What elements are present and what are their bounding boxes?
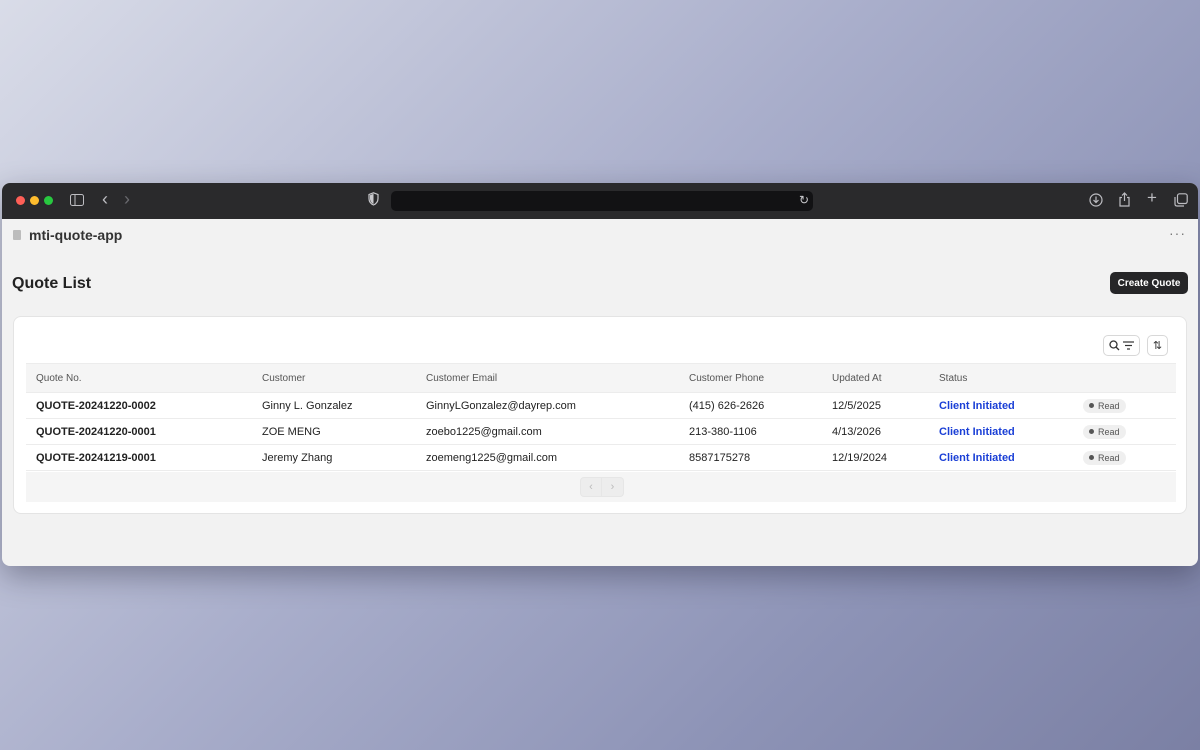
- customer-email: zoebo1225@gmail.com: [416, 418, 679, 445]
- column-header-status[interactable]: Status: [929, 363, 1073, 393]
- zoom-window-button[interactable]: [44, 196, 53, 205]
- table-tools: ⇅: [1103, 335, 1168, 356]
- customer-phone: 213-380-1106: [679, 418, 822, 445]
- page-icon: [13, 230, 21, 240]
- updated-at: 12/5/2025: [822, 392, 929, 419]
- quote-number[interactable]: QUOTE-20241219-0001: [26, 444, 252, 471]
- read-dot-icon: [1089, 429, 1094, 434]
- sidebar-toggle-icon[interactable]: [70, 194, 84, 206]
- table-header-row: Quote No. Customer Customer Email Custom…: [26, 363, 1176, 393]
- filter-icon: [1123, 341, 1134, 350]
- table-row[interactable]: QUOTE-20241220-0001 ZOE MENG zoebo1225@g…: [26, 418, 1176, 445]
- close-window-button[interactable]: [16, 196, 25, 205]
- search-filter-button[interactable]: [1103, 335, 1140, 356]
- customer-name: Ginny L. Gonzalez: [252, 392, 416, 419]
- quote-number[interactable]: QUOTE-20241220-0001: [26, 418, 252, 445]
- minimize-window-button[interactable]: [30, 196, 39, 205]
- read-cell: Read: [1073, 444, 1176, 471]
- pagination: ‹ ›: [580, 477, 624, 497]
- browser-toolbar: ‹ › ↻ +: [2, 183, 1198, 219]
- customer-phone: 8587175278: [679, 444, 822, 471]
- page-header: Quote List Create Quote: [2, 251, 1198, 309]
- customer-name: Jeremy Zhang: [252, 444, 416, 471]
- read-dot-icon: [1089, 403, 1094, 408]
- column-header-quote-no[interactable]: Quote No.: [26, 363, 252, 393]
- forward-icon[interactable]: ›: [124, 190, 130, 208]
- status-text: Client Initiated: [929, 444, 1073, 471]
- column-header-customer[interactable]: Customer: [252, 363, 416, 393]
- column-header-customer-email[interactable]: Customer Email: [416, 363, 679, 393]
- column-header-read: [1073, 363, 1176, 393]
- status-text: Client Initiated: [929, 418, 1073, 445]
- tab-overview-icon[interactable]: [1174, 193, 1188, 207]
- search-icon: [1109, 340, 1120, 351]
- reload-icon[interactable]: ↻: [799, 193, 809, 207]
- quote-table-card: ⇅ Quote No. Customer Customer Email Cust…: [13, 316, 1187, 514]
- page-title: Quote List: [12, 275, 92, 292]
- status-text: Client Initiated: [929, 392, 1073, 419]
- column-header-customer-phone[interactable]: Customer Phone: [679, 363, 822, 393]
- address-bar[interactable]: ↻: [391, 191, 813, 211]
- table-row[interactable]: QUOTE-20241219-0001 Jeremy Zhang zoemeng…: [26, 444, 1176, 471]
- share-icon[interactable]: [1118, 192, 1131, 207]
- read-label: Read: [1098, 452, 1120, 463]
- download-icon[interactable]: [1089, 193, 1103, 207]
- quote-table: Quote No. Customer Customer Email Custom…: [26, 363, 1176, 471]
- customer-email: zoemeng1225@gmail.com: [416, 444, 679, 471]
- column-header-updated-at[interactable]: Updated At: [822, 363, 929, 393]
- quote-number[interactable]: QUOTE-20241220-0002: [26, 392, 252, 419]
- customer-name: ZOE MENG: [252, 418, 416, 445]
- read-badge: Read: [1083, 450, 1126, 465]
- app-header: mti-quote-app ···: [2, 219, 1198, 251]
- updated-at: 12/19/2024: [822, 444, 929, 471]
- sort-button[interactable]: ⇅: [1147, 335, 1168, 356]
- back-icon[interactable]: ‹: [102, 190, 108, 208]
- app-name: mti-quote-app: [29, 227, 123, 243]
- read-cell: Read: [1073, 392, 1176, 419]
- table-row[interactable]: QUOTE-20241220-0002 Ginny L. Gonzalez Gi…: [26, 392, 1176, 419]
- read-badge: Read: [1083, 398, 1126, 413]
- customer-email: GinnyLGonzalez@dayrep.com: [416, 392, 679, 419]
- read-label: Read: [1098, 426, 1120, 437]
- read-dot-icon: [1089, 455, 1094, 460]
- more-icon[interactable]: ···: [1169, 225, 1186, 241]
- read-label: Read: [1098, 400, 1120, 411]
- read-cell: Read: [1073, 418, 1176, 445]
- next-page-button[interactable]: ›: [602, 477, 624, 497]
- browser-window: ‹ › ↻ + mti-quote-app ··· Quote List Cre…: [2, 183, 1198, 566]
- updated-at: 4/13/2026: [822, 418, 929, 445]
- previous-page-button[interactable]: ‹: [580, 477, 602, 497]
- sort-icon: ⇅: [1152, 340, 1163, 352]
- create-quote-button[interactable]: Create Quote: [1110, 272, 1188, 294]
- shield-icon[interactable]: [368, 192, 379, 206]
- new-tab-icon[interactable]: +: [1147, 189, 1157, 206]
- read-badge: Read: [1083, 424, 1126, 439]
- customer-phone: (415) 626-2626: [679, 392, 822, 419]
- pagination-bar: ‹ ›: [26, 472, 1176, 502]
